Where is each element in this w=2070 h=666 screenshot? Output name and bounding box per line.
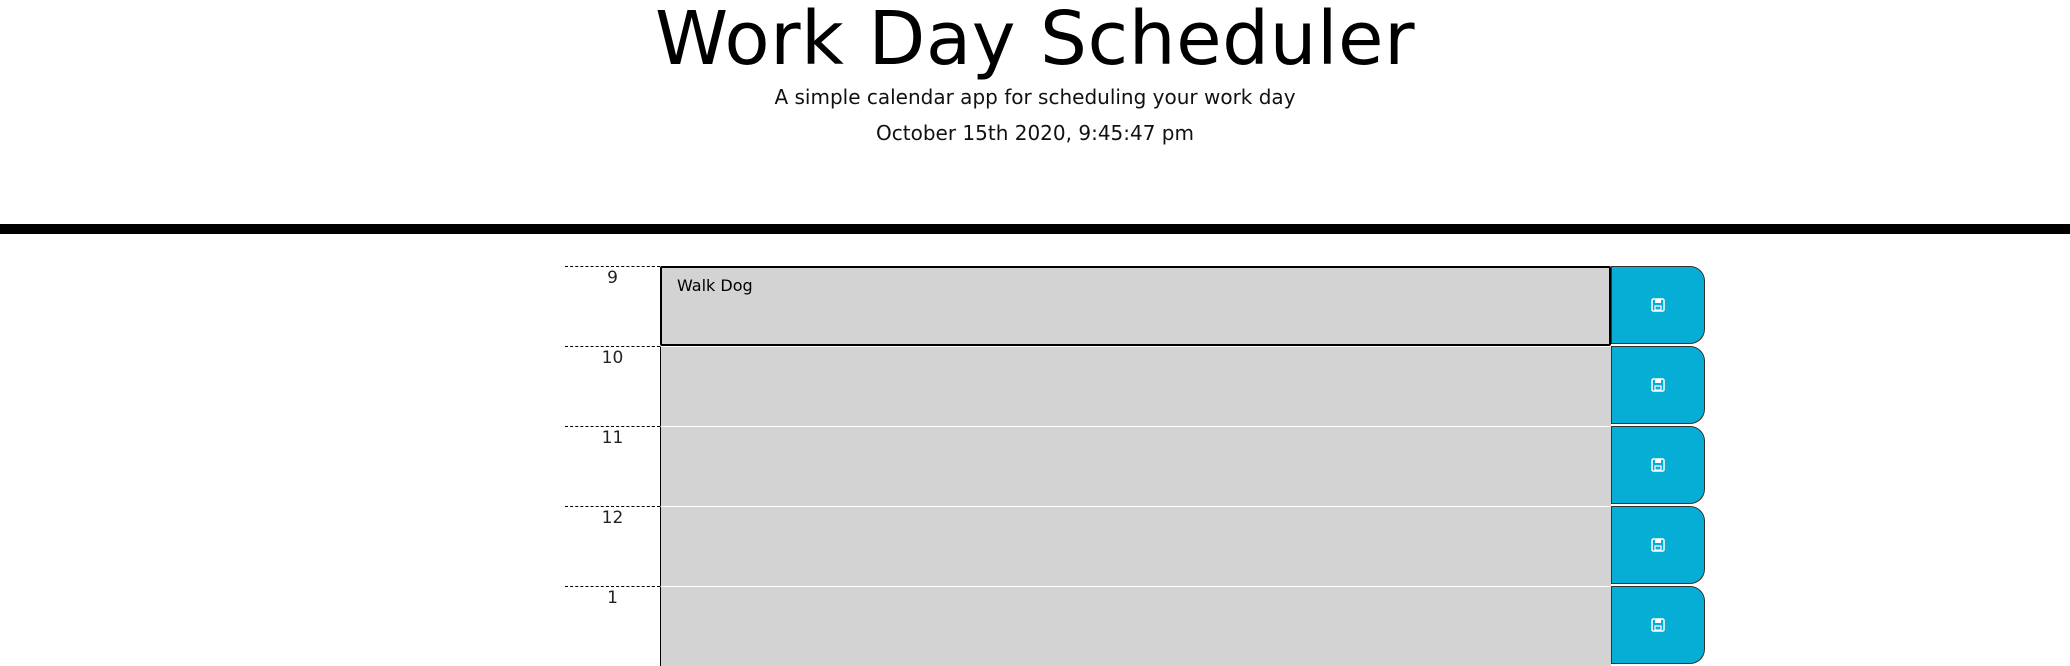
jumbotron-header: Work Day Scheduler A simple calendar app… bbox=[0, 0, 2070, 222]
hour-label: 12 bbox=[565, 506, 660, 586]
hour-label: 10 bbox=[565, 346, 660, 426]
event-description-input[interactable] bbox=[660, 506, 1611, 586]
hour-label: 9 bbox=[565, 266, 660, 346]
time-block-row: 12 bbox=[565, 506, 1705, 586]
current-day-display: October 15th 2020, 9:45:47 pm bbox=[876, 121, 1194, 145]
event-description-input[interactable] bbox=[660, 346, 1611, 426]
header-divider bbox=[0, 224, 2070, 234]
save-button[interactable] bbox=[1611, 426, 1705, 504]
event-description-input[interactable] bbox=[660, 586, 1611, 666]
hour-label: 11 bbox=[565, 426, 660, 506]
floppy-disk-icon bbox=[1651, 378, 1665, 392]
time-block-row: 10 bbox=[565, 346, 1705, 426]
save-button[interactable] bbox=[1611, 266, 1705, 344]
time-block-row: 9 bbox=[565, 266, 1705, 346]
time-block-row: 1 bbox=[565, 586, 1705, 666]
page-subtitle: A simple calendar app for scheduling you… bbox=[774, 85, 1296, 109]
time-block-row: 11 bbox=[565, 426, 1705, 506]
save-button[interactable] bbox=[1611, 586, 1705, 664]
timeblocks-container: 9 10 11 bbox=[565, 266, 1705, 666]
event-description-input[interactable] bbox=[660, 426, 1611, 506]
floppy-disk-icon bbox=[1651, 618, 1665, 632]
event-description-input[interactable] bbox=[660, 266, 1611, 346]
save-button[interactable] bbox=[1611, 506, 1705, 584]
floppy-disk-icon bbox=[1651, 538, 1665, 552]
page-title: Work Day Scheduler bbox=[654, 0, 1416, 82]
floppy-disk-icon bbox=[1651, 298, 1665, 312]
save-button[interactable] bbox=[1611, 346, 1705, 424]
floppy-disk-icon bbox=[1651, 458, 1665, 472]
hour-label: 1 bbox=[565, 586, 660, 666]
